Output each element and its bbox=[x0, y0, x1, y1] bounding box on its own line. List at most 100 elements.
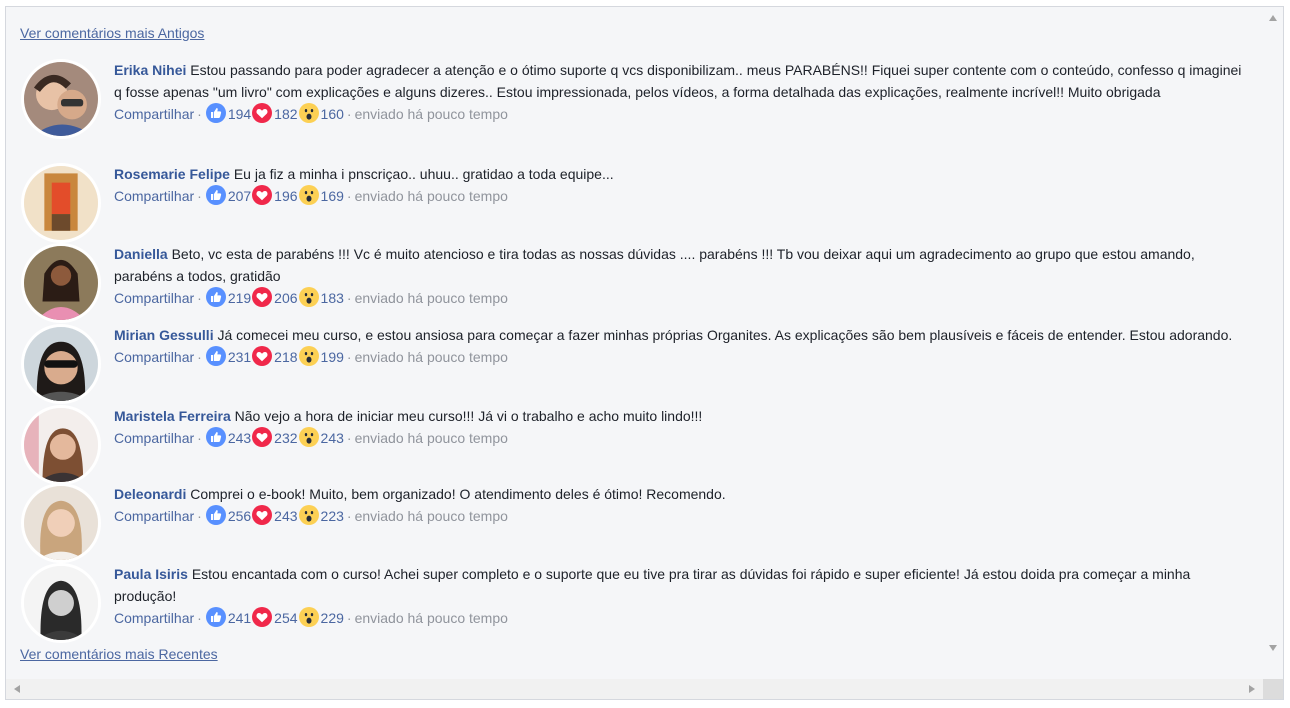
share-link[interactable]: Compartilhar bbox=[114, 290, 194, 306]
comment-time: enviado há pouco tempo bbox=[354, 430, 508, 446]
heart-icon[interactable] bbox=[252, 185, 273, 205]
comment-author[interactable]: Maristela Ferreira bbox=[114, 408, 231, 424]
wow-count: 243 bbox=[320, 430, 344, 446]
wow-face-icon[interactable] bbox=[298, 103, 319, 123]
avatar[interactable] bbox=[21, 59, 101, 139]
comment-item: Erika Nihei Estou passando para poder ag… bbox=[21, 59, 1253, 151]
share-link[interactable]: Compartilhar bbox=[114, 349, 194, 365]
share-link[interactable]: Compartilhar bbox=[114, 430, 194, 446]
comment-time: enviado há pouco tempo bbox=[354, 349, 508, 365]
comment-meta: Compartilhar · 219 206 183 · enviado há pouco … bbox=[114, 287, 1253, 309]
like-count: 194 bbox=[227, 106, 252, 122]
thumbs-up-icon[interactable] bbox=[205, 607, 226, 627]
wow-face-icon[interactable] bbox=[298, 427, 319, 447]
comment-item: Rosemarie Felipe Eu ja fiz a minha i pns… bbox=[21, 163, 1253, 243]
vertical-scrollbar[interactable] bbox=[1263, 7, 1283, 679]
scroll-down-icon[interactable] bbox=[1269, 645, 1277, 651]
love-count: 243 bbox=[274, 508, 298, 524]
comment-author[interactable]: Rosemarie Felipe bbox=[114, 166, 230, 182]
horizontal-scrollbar[interactable] bbox=[6, 679, 1263, 699]
comment-meta: Compartilhar · 243 232 243 · enviado há pouco … bbox=[114, 427, 1253, 449]
comment-meta: Compartilhar · 194 182 160 · enviado há pouco … bbox=[114, 103, 1253, 125]
avatar[interactable] bbox=[21, 324, 101, 404]
share-link[interactable]: Compartilhar bbox=[114, 106, 194, 122]
older-comments-link[interactable]: Ver comentários mais Antigos bbox=[20, 25, 204, 41]
thumbs-up-icon[interactable] bbox=[205, 427, 226, 447]
wow-face-icon[interactable] bbox=[298, 607, 319, 627]
heart-icon[interactable] bbox=[252, 505, 273, 525]
share-link[interactable]: Compartilhar bbox=[114, 508, 194, 524]
comment-item: Maristela Ferreira Não vejo a hora de in… bbox=[21, 405, 1253, 485]
comment-time: enviado há pouco tempo bbox=[354, 508, 508, 524]
comment-author[interactable]: Deleonardi bbox=[114, 486, 186, 502]
comment-author[interactable]: Paula Isiris bbox=[114, 566, 188, 582]
thumbs-up-icon[interactable] bbox=[205, 346, 226, 366]
comment-time: enviado há pouco tempo bbox=[354, 290, 508, 306]
comment-time: enviado há pouco tempo bbox=[354, 106, 508, 122]
heart-icon[interactable] bbox=[252, 287, 273, 307]
avatar[interactable] bbox=[21, 405, 101, 485]
scrollbar-corner bbox=[1263, 679, 1283, 699]
comment-time: enviado há pouco tempo bbox=[354, 188, 508, 204]
heart-icon[interactable] bbox=[252, 607, 273, 627]
wow-count: 169 bbox=[320, 188, 344, 204]
comment-time: enviado há pouco tempo bbox=[354, 610, 508, 626]
heart-icon[interactable] bbox=[252, 346, 273, 366]
love-count: 254 bbox=[274, 610, 298, 626]
share-link[interactable]: Compartilhar bbox=[114, 610, 194, 626]
scroll-right-icon[interactable] bbox=[1249, 685, 1255, 693]
avatar[interactable] bbox=[21, 563, 101, 643]
thumbs-up-icon[interactable] bbox=[205, 287, 226, 307]
thumbs-up-icon[interactable] bbox=[205, 185, 226, 205]
love-count: 206 bbox=[274, 290, 298, 306]
wow-face-icon[interactable] bbox=[298, 287, 319, 307]
avatar[interactable] bbox=[21, 483, 101, 563]
comment-meta: Compartilhar · 231 218 199 · enviado há pouco … bbox=[114, 346, 1253, 368]
comment-text: Estou encantada com o curso! Achei super… bbox=[114, 566, 1191, 604]
love-count: 232 bbox=[274, 430, 298, 446]
love-count: 218 bbox=[274, 349, 298, 365]
wow-count: 160 bbox=[320, 106, 344, 122]
wow-face-icon[interactable] bbox=[298, 185, 319, 205]
comment-item: Daniella Beto, vc esta de parabéns !!! V… bbox=[21, 243, 1253, 323]
avatar[interactable] bbox=[21, 163, 101, 243]
comment-item: Paula Isiris Estou encantada com o curso… bbox=[21, 563, 1253, 643]
like-count: 256 bbox=[227, 508, 252, 524]
like-count: 241 bbox=[227, 610, 252, 626]
comments-scroll-area[interactable]: Ver comentários mais Antigos Erika Nihei… bbox=[6, 7, 1263, 679]
wow-face-icon[interactable] bbox=[298, 346, 319, 366]
wow-face-icon[interactable] bbox=[298, 505, 319, 525]
comment-item: Deleonardi Comprei o e-book! Muito, bem … bbox=[21, 483, 1253, 563]
comment-text: Eu ja fiz a minha i pnscriçao.. uhuu.. g… bbox=[233, 166, 614, 182]
comment-author[interactable]: Daniella bbox=[114, 246, 168, 262]
comment-text: Estou passando para poder agradecer a at… bbox=[114, 62, 1242, 100]
like-count: 219 bbox=[227, 290, 252, 306]
comment-item: Mirian Gessulli Já comecei meu curso, e … bbox=[21, 324, 1253, 404]
comment-text: Beto, vc esta de parabéns !!! Vc é muito… bbox=[114, 246, 1195, 284]
share-link[interactable]: Compartilhar bbox=[114, 188, 194, 204]
like-count: 243 bbox=[227, 430, 252, 446]
thumbs-up-icon[interactable] bbox=[205, 103, 226, 123]
scroll-up-icon[interactable] bbox=[1269, 15, 1277, 21]
thumbs-up-icon[interactable] bbox=[205, 505, 226, 525]
comment-author[interactable]: Mirian Gessulli bbox=[114, 327, 214, 343]
wow-count: 229 bbox=[320, 610, 344, 626]
comment-meta: Compartilhar · 207 196 169 · enviado há pouco … bbox=[114, 185, 1253, 207]
wow-count: 183 bbox=[320, 290, 344, 306]
comments-panel: Ver comentários mais Antigos Erika Nihei… bbox=[5, 6, 1284, 700]
comment-text: Comprei o e-book! Muito, bem organizado!… bbox=[190, 486, 726, 502]
love-count: 196 bbox=[274, 188, 298, 204]
avatar[interactable] bbox=[21, 243, 101, 323]
like-count: 207 bbox=[227, 188, 252, 204]
wow-count: 223 bbox=[320, 508, 344, 524]
heart-icon[interactable] bbox=[252, 103, 273, 123]
heart-icon[interactable] bbox=[252, 427, 273, 447]
like-count: 231 bbox=[227, 349, 252, 365]
comment-meta: Compartilhar · 256 243 223 · enviado há pouco … bbox=[114, 505, 1253, 527]
comment-author[interactable]: Erika Nihei bbox=[114, 62, 186, 78]
comment-text: Não vejo a hora de iniciar meu curso!!! … bbox=[234, 408, 703, 424]
love-count: 182 bbox=[274, 106, 298, 122]
scroll-left-icon[interactable] bbox=[14, 685, 20, 693]
wow-count: 199 bbox=[320, 349, 344, 365]
newer-comments-link[interactable]: Ver comentários mais Recentes bbox=[20, 646, 218, 662]
